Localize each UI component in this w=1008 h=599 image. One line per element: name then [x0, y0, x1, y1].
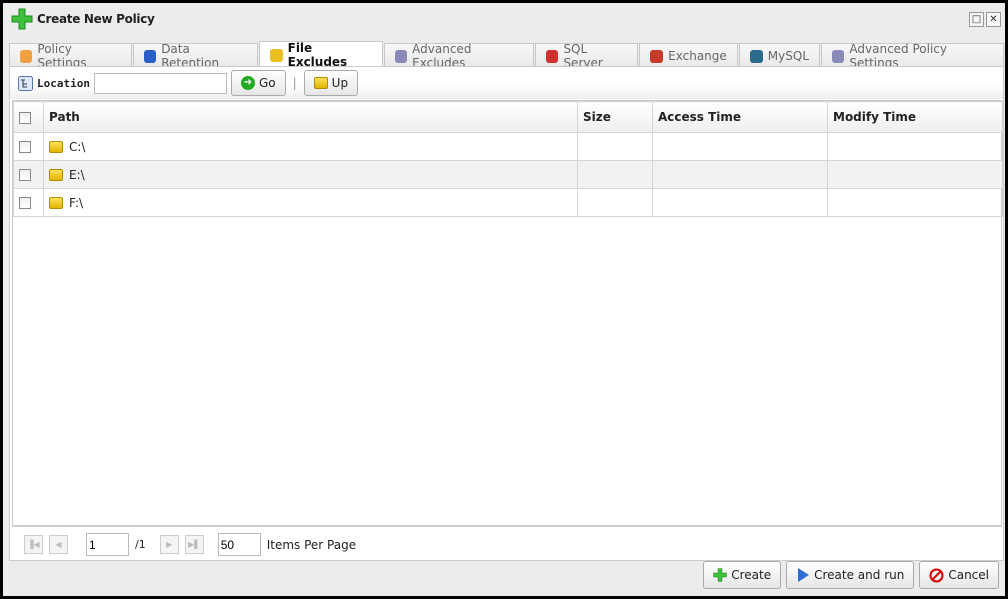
tab-label: MySQL — [767, 49, 809, 63]
create-and-run-label: Create and run — [814, 568, 905, 582]
cancel-button[interactable]: Cancel — [919, 561, 999, 589]
pager: ▐◀ ◀ /1 ▶ ▶▌ Items Per Page — [12, 526, 1002, 562]
tab-mysql[interactable]: MySQL — [738, 43, 820, 68]
toolbar-separator: | — [292, 76, 297, 90]
toolbar: Location ➜ Go | Up — [10, 67, 1003, 99]
row-checkbox[interactable] — [19, 197, 31, 209]
cancel-icon — [929, 568, 944, 582]
plus-icon — [713, 568, 727, 582]
create-label: Create — [731, 568, 772, 582]
items-per-page-input[interactable] — [217, 533, 261, 556]
title-bar[interactable]: Create New Policy □ ✕ — [3, 3, 1005, 35]
tab-sql-server[interactable]: SQL Server — [535, 42, 639, 70]
size-cell — [577, 132, 653, 161]
table-row[interactable]: E:\ — [13, 160, 1003, 189]
mysql-icon — [749, 49, 763, 63]
location-input[interactable] — [93, 72, 227, 94]
file-grid: Path Size Access Time Modify Time C:\ E:… — [12, 100, 1003, 526]
column-size[interactable]: Size — [577, 101, 653, 133]
exchange-icon — [650, 49, 664, 63]
clipboard-icon — [20, 49, 33, 63]
size-cell — [577, 160, 653, 189]
dialog-buttons: Create Create and run Cancel — [703, 561, 999, 591]
gears-icon — [832, 49, 845, 63]
tab-advanced-excludes[interactable]: Advanced Excludes — [383, 42, 535, 70]
modify-time-cell — [827, 160, 1003, 189]
page-total: /1 — [135, 538, 146, 551]
go-button[interactable]: ➜ Go — [230, 70, 286, 96]
location-label: Location — [37, 76, 90, 90]
folder-icon — [49, 141, 63, 153]
prev-page-button[interactable]: ◀ — [49, 535, 68, 554]
up-button[interactable]: Up — [303, 70, 359, 96]
last-page-button[interactable]: ▶▌ — [184, 535, 204, 554]
table-row[interactable]: F:\ — [13, 188, 1003, 217]
tab-advanced-policy-settings[interactable]: Advanced Policy Settings — [821, 42, 1005, 70]
play-icon — [798, 568, 810, 582]
access-time-cell — [652, 132, 828, 161]
sql-server-icon — [546, 49, 559, 63]
tab-data-retention[interactable]: Data Retention — [132, 42, 259, 70]
gears-icon — [394, 49, 408, 63]
column-path[interactable]: Path — [43, 101, 578, 133]
go-arrow-icon: ➜ — [240, 76, 255, 90]
row-checkbox[interactable] — [19, 141, 31, 153]
page-input[interactable] — [86, 533, 129, 556]
tab-file-excludes[interactable]: File Excludes — [259, 41, 383, 69]
cancel-label: Cancel — [948, 568, 989, 582]
modify-time-cell — [827, 188, 1003, 217]
size-cell — [577, 188, 653, 217]
folder-up-icon — [313, 77, 328, 89]
file-excludes-panel: Location ➜ Go | Up Path Size Access Time … — [9, 66, 1004, 561]
close-button[interactable]: ✕ — [986, 12, 1001, 27]
create-and-run-button[interactable]: Create and run — [786, 561, 915, 589]
folder-icon — [49, 197, 63, 209]
create-policy-dialog: Create New Policy □ ✕ Policy Settings Dat… — [3, 3, 1005, 596]
folder-icon — [270, 48, 283, 62]
column-modify-time[interactable]: Modify Time — [827, 101, 1003, 133]
tab-policy-settings[interactable]: Policy Settings — [9, 42, 132, 70]
cubes-icon — [143, 49, 157, 63]
modify-time-cell — [827, 132, 1003, 161]
select-all-checkbox[interactable] — [19, 111, 31, 124]
plus-icon — [11, 8, 33, 30]
tree-icon — [18, 75, 33, 91]
access-time-cell — [652, 160, 828, 189]
dialog-title: Create New Policy — [37, 12, 155, 26]
create-button[interactable]: Create — [703, 561, 782, 589]
tab-label: File Excludes — [287, 41, 348, 69]
table-row[interactable]: C:\ — [13, 132, 1003, 161]
path-cell: F:\ — [69, 195, 84, 210]
path-cell: E:\ — [69, 167, 85, 182]
access-time-cell — [652, 188, 828, 217]
tab-bar: Policy Settings Data Retention File Exclud… — [9, 41, 1005, 70]
tab-label: Exchange — [668, 49, 727, 63]
folder-icon — [49, 169, 63, 181]
first-page-button[interactable]: ▐◀ — [24, 535, 43, 554]
next-page-button[interactable]: ▶ — [159, 535, 179, 554]
row-checkbox[interactable] — [19, 169, 31, 181]
path-cell: C:\ — [69, 139, 86, 154]
go-label: Go — [258, 76, 276, 90]
up-label: Up — [331, 76, 349, 90]
items-per-page-label: Items Per Page — [266, 537, 357, 552]
maximize-button[interactable]: □ — [969, 12, 984, 27]
column-access-time[interactable]: Access Time — [652, 101, 828, 133]
tab-exchange[interactable]: Exchange — [639, 43, 738, 68]
